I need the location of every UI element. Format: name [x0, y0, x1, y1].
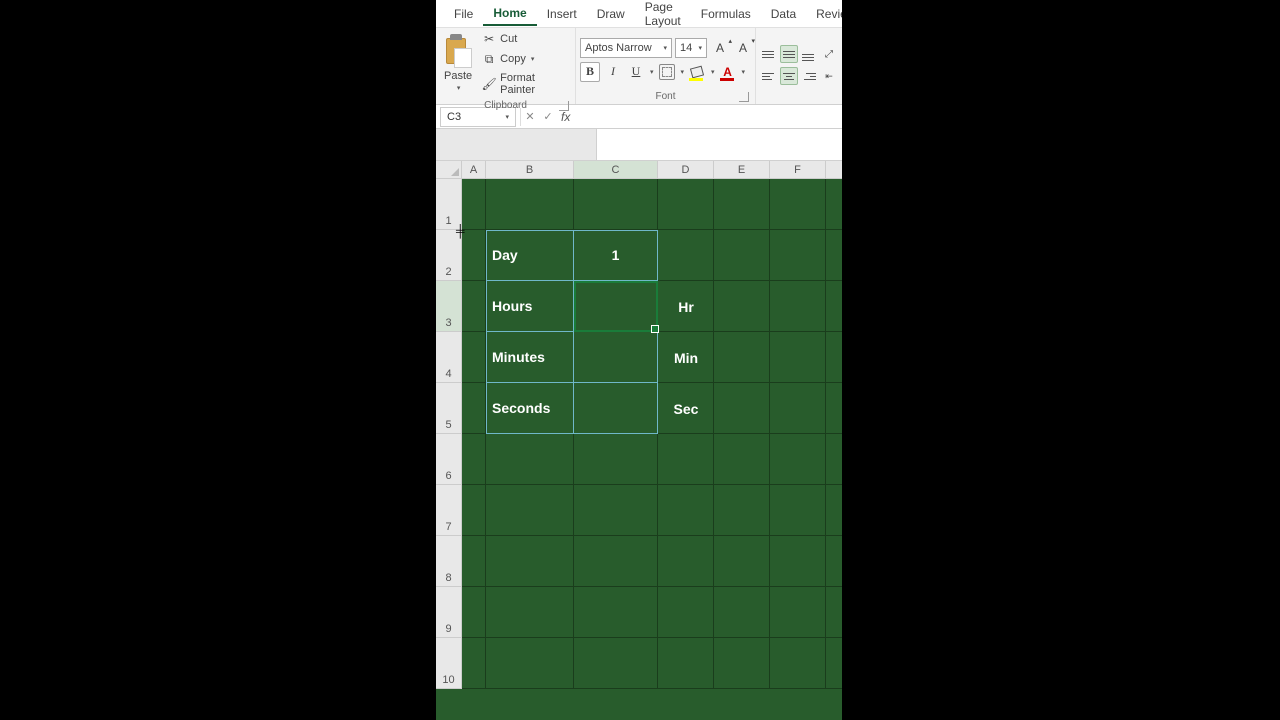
- formula-bar-expand: [436, 129, 842, 161]
- paste-icon: [444, 36, 472, 68]
- paste-label: Paste: [444, 70, 472, 82]
- bold-button[interactable]: B: [580, 62, 600, 82]
- align-bottom-button[interactable]: [800, 45, 818, 63]
- chevron-down-icon: ▾: [680, 68, 685, 76]
- font-size-value: 14: [680, 42, 692, 54]
- chevron-down-icon: ▾: [662, 44, 667, 52]
- col-header-e[interactable]: E: [714, 161, 770, 179]
- align-group-label: [760, 100, 838, 104]
- decrease-indent-button[interactable]: ⇤: [820, 67, 838, 85]
- copy-label: Copy: [500, 53, 526, 65]
- ribbon-group-font: Aptos Narrow ▾ 14 ▾ A▴ A▾ B I U: [576, 28, 756, 104]
- spreadsheet-grid[interactable]: A B C D E F G 1 2 3 4 5 6 7 8 9 10 Day 1…: [436, 161, 842, 720]
- cell-d4[interactable]: Min: [658, 332, 714, 383]
- decrease-font-button[interactable]: A▾: [733, 38, 753, 58]
- clipboard-group-label: Clipboard: [440, 98, 571, 113]
- menu-file[interactable]: File: [444, 3, 483, 25]
- align-middle-button[interactable]: [780, 45, 798, 63]
- cell-b3[interactable]: Hours: [486, 281, 574, 332]
- col-header-f[interactable]: F: [770, 161, 826, 179]
- row-header-1[interactable]: 1: [436, 179, 462, 230]
- row-header-9[interactable]: 9: [436, 587, 462, 638]
- font-color-button[interactable]: A: [718, 62, 738, 82]
- borders-button[interactable]: [659, 64, 675, 80]
- row-header-3[interactable]: 3: [436, 281, 462, 332]
- chevron-down-icon: ▾: [697, 44, 702, 52]
- row-header-6[interactable]: 6: [436, 434, 462, 485]
- cell-c5[interactable]: [574, 383, 658, 434]
- row-header-4[interactable]: 4: [436, 332, 462, 383]
- col-header-c[interactable]: C: [574, 161, 658, 179]
- font-size-select[interactable]: 14 ▾: [675, 38, 707, 58]
- font-group-label: Font: [580, 89, 751, 104]
- cell-c3[interactable]: [574, 281, 658, 332]
- menu-formulas[interactable]: Formulas: [691, 3, 761, 25]
- font-name-value: Aptos Narrow: [585, 42, 652, 54]
- cut-label: Cut: [500, 33, 517, 45]
- ribbon-group-alignment: ⤢ ⇤: [756, 28, 842, 104]
- orientation-button[interactable]: ⤢: [820, 45, 838, 63]
- paintbrush-icon: 🖌: [482, 77, 496, 91]
- clipboard-dialog-launcher[interactable]: [559, 101, 569, 111]
- select-all-corner[interactable]: [436, 161, 462, 179]
- row-header-8[interactable]: 8: [436, 536, 462, 587]
- chevron-down-icon: ▾: [649, 68, 654, 76]
- chevron-down-icon: ▾: [741, 68, 746, 76]
- format-painter-button[interactable]: 🖌 Format Painter: [480, 70, 571, 98]
- ribbon: Paste ▾ ✂ Cut ⧉ Copy ▾ 🖌 Format: [436, 28, 842, 105]
- scissors-icon: ✂: [482, 32, 496, 46]
- align-left-button[interactable]: [760, 67, 778, 85]
- increase-font-button[interactable]: A▴: [710, 38, 730, 58]
- menu-page-layout[interactable]: Page Layout: [635, 0, 691, 32]
- row-header-5[interactable]: 5: [436, 383, 462, 434]
- row-header-10[interactable]: 10: [436, 638, 462, 689]
- bucket-icon: [690, 65, 704, 78]
- cell-b5[interactable]: Seconds: [486, 383, 574, 434]
- underline-button[interactable]: U: [626, 62, 646, 82]
- cell-d5[interactable]: Sec: [658, 383, 714, 434]
- cut-button[interactable]: ✂ Cut: [480, 30, 571, 48]
- copy-icon: ⧉: [482, 52, 496, 66]
- menu-home[interactable]: Home: [483, 2, 536, 26]
- row-header-2[interactable]: 2: [436, 230, 462, 281]
- copy-button[interactable]: ⧉ Copy ▾: [480, 50, 571, 68]
- italic-button[interactable]: I: [603, 62, 623, 82]
- col-header-d[interactable]: D: [658, 161, 714, 179]
- fill-color-button[interactable]: [687, 62, 707, 82]
- paste-button[interactable]: Paste ▾: [440, 34, 476, 94]
- chevron-down-icon: ▾: [530, 55, 535, 63]
- menu-draw[interactable]: Draw: [587, 3, 635, 25]
- col-header-a[interactable]: A: [462, 161, 486, 179]
- format-painter-label: Format Painter: [500, 72, 569, 96]
- chevron-down-icon: ▾: [456, 84, 461, 92]
- menu-insert[interactable]: Insert: [537, 3, 587, 25]
- cell-d3[interactable]: Hr: [658, 281, 714, 332]
- col-header-g[interactable]: G: [826, 161, 842, 179]
- cell-b4[interactable]: Minutes: [486, 332, 574, 383]
- cell-c4[interactable]: [574, 332, 658, 383]
- menu-data[interactable]: Data: [761, 3, 806, 25]
- row-headers: 1 2 3 4 5 6 7 8 9 10: [436, 179, 462, 689]
- formula-input[interactable]: [574, 107, 842, 127]
- cell-b2[interactable]: Day: [486, 230, 574, 281]
- chevron-down-icon: ▾: [504, 113, 509, 121]
- row-header-7[interactable]: 7: [436, 485, 462, 536]
- chevron-down-icon: ▾: [710, 68, 715, 76]
- menu-review[interactable]: Review: [806, 3, 842, 25]
- col-header-b[interactable]: B: [486, 161, 574, 179]
- ribbon-group-clipboard: Paste ▾ ✂ Cut ⧉ Copy ▾ 🖌 Format: [436, 28, 576, 104]
- cell-c2[interactable]: 1: [574, 230, 658, 281]
- align-top-button[interactable]: [760, 45, 778, 63]
- font-dialog-launcher[interactable]: [739, 92, 749, 102]
- menu-bar: File Home Insert Draw Page Layout Formul…: [436, 0, 842, 28]
- align-right-button[interactable]: [800, 67, 818, 85]
- column-headers: A B C D E F G: [436, 161, 842, 179]
- font-name-select[interactable]: Aptos Narrow ▾: [580, 38, 672, 58]
- align-center-button[interactable]: [780, 67, 798, 85]
